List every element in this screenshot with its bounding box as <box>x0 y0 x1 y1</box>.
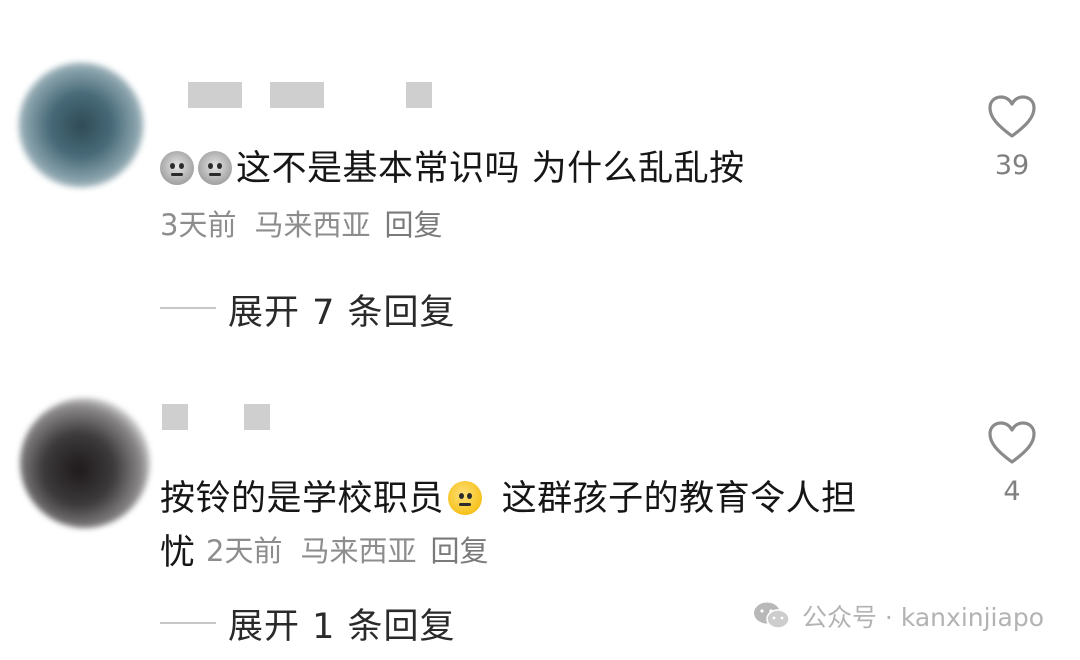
avatar[interactable] <box>18 62 144 188</box>
username-redaction <box>244 404 270 430</box>
username-redaction <box>162 404 188 430</box>
reply-button[interactable]: 回复 <box>430 534 488 568</box>
username-redaction <box>188 82 242 108</box>
comment-body: 这不是基本常识吗 为什么乱乱按 <box>236 149 745 189</box>
username-redaction <box>406 82 432 108</box>
comment-text: 按铃的是学校职员 这群孩子的教育令人担 <box>160 470 857 521</box>
like-count: 4 <box>1003 476 1021 507</box>
watermark-label: 公众号 · kanxinjiapo <box>801 603 1044 632</box>
expand-divider <box>160 307 216 309</box>
like-button[interactable]: 39 <box>982 94 1042 181</box>
expand-divider <box>160 622 216 624</box>
comment-text-wrap: 忧 <box>160 533 196 573</box>
comment-meta: 3天前 马来西亚 回复 <box>160 202 442 244</box>
username-redaction <box>270 82 324 108</box>
comment-location: 马来西亚 <box>300 534 417 568</box>
crying-face-icon <box>198 151 232 185</box>
comment-list: 这不是基本常识吗 为什么乱乱按 3天前 马来西亚 回复 展开 7 条回复 39 按铃… <box>0 0 1080 660</box>
comment-text: 这不是基本常识吗 为什么乱乱按 <box>160 140 745 191</box>
like-button[interactable]: 4 <box>982 420 1042 507</box>
wechat-icon <box>752 600 792 638</box>
neutral-face-icon <box>448 481 483 515</box>
avatar[interactable] <box>20 398 150 528</box>
comment-time: 2天前 <box>206 534 283 568</box>
comment-body: 按铃的是学校职员 <box>160 479 445 519</box>
crying-face-icon <box>160 151 194 185</box>
expand-replies-button[interactable]: 展开 1 条回复 <box>228 598 456 649</box>
reply-button[interactable]: 回复 <box>384 208 442 242</box>
heart-icon <box>988 421 1036 464</box>
expand-replies-button[interactable]: 展开 7 条回复 <box>228 284 456 335</box>
comment-location: 马来西亚 <box>254 208 371 242</box>
comment-time: 3天前 <box>160 208 237 242</box>
watermark: 公众号 · kanxinjiapo <box>752 598 1044 638</box>
heart-icon <box>988 95 1036 138</box>
like-count: 39 <box>994 150 1030 181</box>
comment-body-continued: 这群孩子的教育令人担 <box>490 479 857 519</box>
comment-meta: 2天前 马来西亚 回复 <box>206 528 488 570</box>
